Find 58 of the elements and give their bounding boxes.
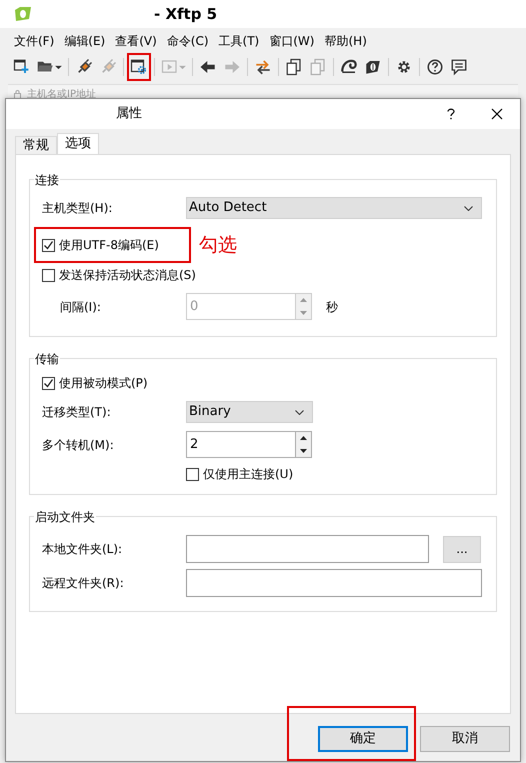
annotation-text: 勾选 [198, 232, 237, 258]
menu-item[interactable]: 编辑(E) [64, 32, 106, 50]
checkbox[interactable] [42, 238, 55, 252]
leaf-icon [364, 58, 382, 76]
chevron-icon [464, 206, 473, 210]
checkbox[interactable] [186, 468, 199, 480]
dialog-title: 属性 [116, 105, 143, 124]
window-gear-button[interactable] [127, 53, 151, 81]
text-field[interactable] [186, 569, 482, 597]
help-icon [447, 108, 455, 120]
tab[interactable]: 选项 [57, 133, 99, 154]
group-title: 启动文件夹 [34, 508, 96, 526]
ok-button[interactable]: 确定 [318, 726, 408, 752]
field-label: 远程文件夹(R): [42, 575, 125, 592]
browse-button[interactable]: ... [443, 536, 481, 562]
dropdown[interactable]: Auto Detect [186, 197, 482, 219]
window-gear-icon [130, 58, 148, 76]
number-field[interactable]: 2 [186, 431, 295, 458]
checkbox[interactable] [42, 268, 55, 282]
lock-icon [14, 90, 21, 99]
caret-icon [55, 64, 62, 70]
field-label: 多个转机(M): [42, 436, 115, 454]
cancel-button[interactable]: 取消 [420, 726, 510, 752]
field-label: 间隔(I): [59, 298, 102, 316]
copy-icon [309, 58, 327, 76]
field-label: 迁移类型(T): [42, 404, 112, 421]
unit-label: 秒 [326, 298, 338, 316]
menu-item[interactable]: 查看(V) [115, 32, 157, 50]
menu-item[interactable]: 命令(C) [166, 32, 209, 50]
window-title: - Xftp 5 [154, 4, 218, 25]
text-field[interactable] [186, 535, 429, 563]
checkbox-label: 仅使用主连接(U) [203, 466, 294, 483]
speech-bubble-icon [450, 58, 468, 76]
caret-icon [179, 64, 186, 70]
page-plus-icon [13, 58, 31, 76]
checkbox-label: 使用UTF-8编码(E) [59, 237, 159, 254]
left-arrow-icon [199, 58, 217, 76]
dropdown[interactable]: Binary [186, 401, 313, 423]
help-icon [426, 58, 444, 76]
play-window-icon [161, 58, 179, 76]
field-label: 主机类型(H): [42, 200, 114, 217]
app-logo-icon [14, 6, 32, 22]
group-title: 连接 [34, 171, 60, 189]
chevron-icon [295, 410, 304, 414]
tab[interactable]: 常规 [15, 136, 57, 154]
menu-item[interactable]: 窗口(W) [269, 32, 314, 50]
swap-arrows-icon [254, 58, 272, 76]
menu-item[interactable]: 帮助(H) [324, 32, 367, 50]
field-label: 本地文件夹(L): [42, 541, 124, 558]
spiral-icon [340, 58, 358, 76]
checkbox-label: 发送保持活动状态消息(S) [59, 267, 196, 284]
checkbox-label: 使用被动模式(P) [59, 375, 148, 392]
copy-icon [285, 58, 303, 76]
close-icon [491, 108, 503, 120]
menu-item[interactable]: 工具(T) [218, 32, 260, 50]
group-title: 传输 [34, 350, 60, 368]
checkbox[interactable] [42, 376, 55, 390]
menu-item[interactable]: 文件(F) [14, 32, 54, 50]
